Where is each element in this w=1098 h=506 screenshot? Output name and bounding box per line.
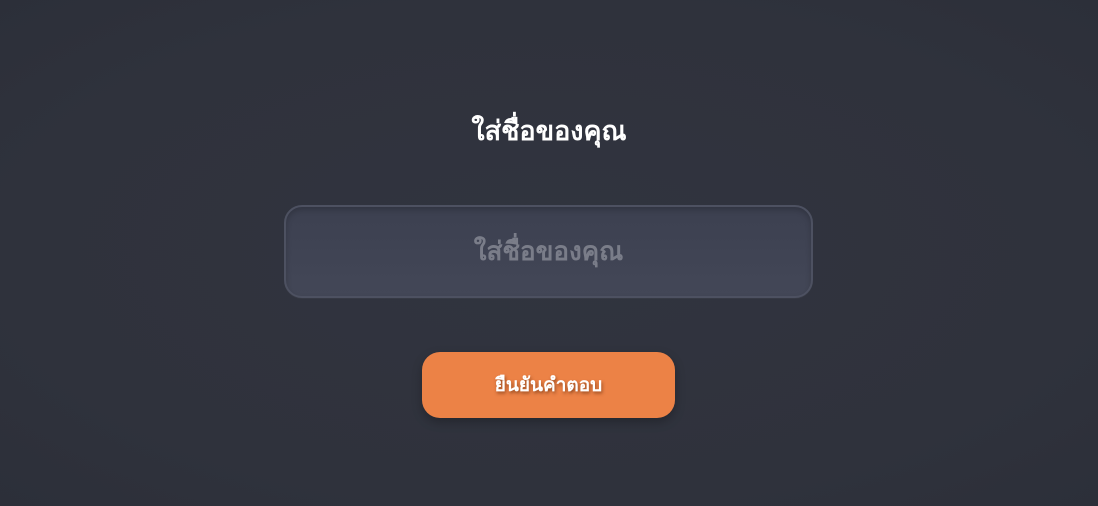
name-input[interactable] [284,205,813,298]
page-title: ใส่ชื่อของคุณ [471,116,627,147]
name-entry-screen: ใส่ชื่อของคุณ ยืนยันคำตอบ [0,0,1098,506]
confirm-answer-button[interactable]: ยืนยันคำตอบ [422,352,675,418]
